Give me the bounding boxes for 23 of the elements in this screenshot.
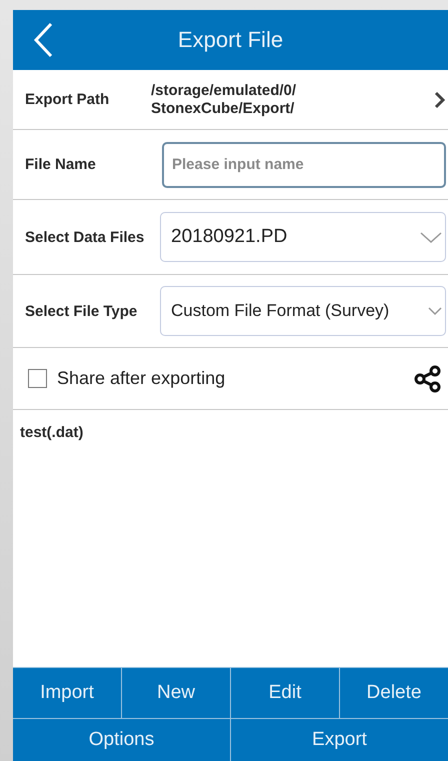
action-button[interactable]: Import (13, 668, 121, 718)
action-button[interactable]: Options (13, 719, 230, 761)
chevron-right-icon[interactable] (434, 90, 446, 108)
share-label: Share after exporting (57, 368, 226, 389)
share-checkbox[interactable] (28, 369, 47, 388)
format-list-item[interactable]: test(.dat) (20, 422, 441, 443)
back-icon (33, 22, 53, 58)
data-files-dropdown[interactable]: 20180921.PD (160, 212, 446, 262)
chevron-down-icon (419, 230, 443, 244)
action-button[interactable]: Edit (230, 668, 339, 718)
page-title: Export File (176, 27, 284, 53)
file-name-field[interactable]: Please input name (162, 142, 446, 188)
share-icon[interactable] (414, 364, 442, 392)
export-path-value[interactable]: /storage/emulated/0/ StonexCube/Export/ (151, 82, 434, 118)
action-button[interactable]: Delete (339, 668, 448, 718)
field-label: Export Path (25, 91, 110, 108)
action-button[interactable]: Export (230, 719, 448, 761)
chevron-down-icon (427, 306, 443, 316)
field-label: Select Data Files (25, 228, 146, 246)
action-button[interactable]: New (121, 668, 230, 718)
field-label: Select File Type (25, 302, 138, 320)
file-type-dropdown[interactable]: Custom File Format (Survey) (160, 286, 446, 336)
field-label: File Name (25, 156, 97, 173)
